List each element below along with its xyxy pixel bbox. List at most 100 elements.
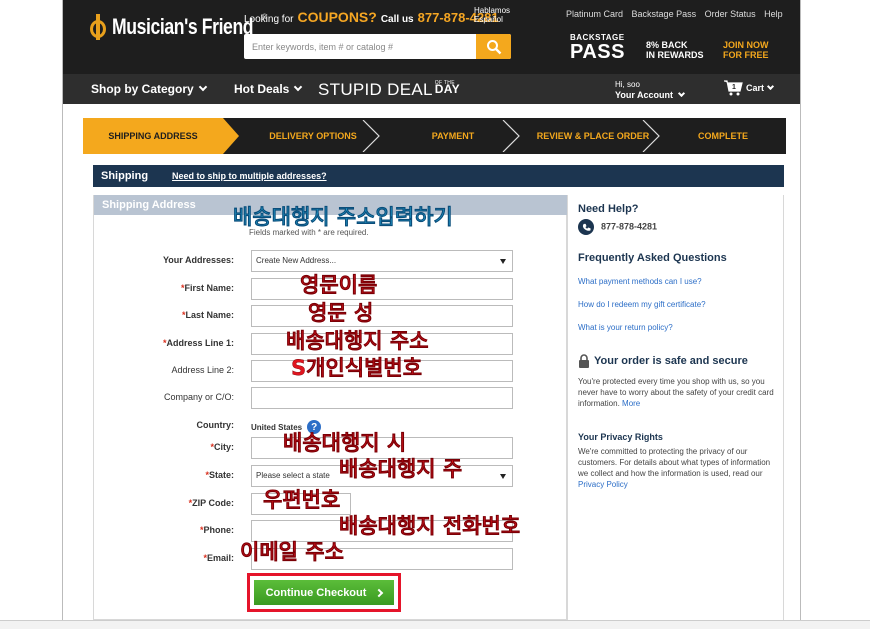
promo-callus: Call us bbox=[380, 14, 414, 25]
your-addresses-label: Your Addresses: bbox=[162, 255, 234, 265]
account-menu[interactable]: Hi, soo Your Account bbox=[615, 80, 686, 101]
chevron-down-icon bbox=[198, 82, 207, 92]
shipping-bar: Shipping Need to ship to multiple addres… bbox=[93, 165, 784, 187]
promo-prefix: Looking for bbox=[244, 14, 294, 25]
privacy-heading: Your Privacy Rights bbox=[578, 432, 663, 442]
phone-label: *Phone: bbox=[199, 525, 234, 535]
your-account-label: Your Account bbox=[615, 90, 673, 100]
step-label: DELIVERY OPTIONS bbox=[269, 131, 357, 141]
coupons-link[interactable]: COUPONS? bbox=[297, 9, 376, 25]
step-separator-icon bbox=[642, 120, 660, 152]
address-line-1-label: *Address Line 1: bbox=[162, 338, 234, 348]
cart-label: Cart bbox=[746, 83, 765, 93]
secure-text: You're protected every time you shop wit… bbox=[578, 376, 778, 409]
hablamos-espanol-link[interactable]: Hablamos Español bbox=[474, 6, 510, 24]
secure-body: You're protected every time you shop wit… bbox=[578, 377, 774, 408]
state-value: Please select a state bbox=[256, 471, 330, 480]
join-line-2: FOR FREE bbox=[723, 50, 769, 60]
continue-highlight-box: Continue Checkout bbox=[247, 573, 401, 612]
faq-link-return-policy[interactable]: What is your return policy? bbox=[578, 323, 673, 332]
checkout-steps: SHIPPING ADDRESS DELIVERY OPTIONS PAYMEN… bbox=[83, 118, 786, 154]
your-addresses-value: Create New Address... bbox=[256, 256, 337, 265]
nav-hot-deals[interactable]: Hot Deals bbox=[234, 82, 303, 96]
secure-more-link[interactable]: More bbox=[622, 399, 640, 408]
cart-icon: 1 bbox=[723, 80, 743, 96]
main-nav: Shop by Category Hot Deals STUPID DEAL OF… bbox=[63, 74, 800, 104]
lock-icon bbox=[579, 354, 589, 368]
top-link-help[interactable]: Help bbox=[764, 9, 783, 19]
multiple-addresses-link[interactable]: Need to ship to multiple addresses? bbox=[172, 171, 327, 181]
privacy-policy-link[interactable]: Privacy Policy bbox=[578, 480, 628, 489]
greeting-text: Hi, soo bbox=[615, 80, 640, 89]
privacy-text: We're committed to protecting the privac… bbox=[578, 446, 778, 490]
privacy-body: We're committed to protecting the privac… bbox=[578, 447, 771, 478]
row-company: Company or C/O: bbox=[94, 387, 568, 409]
top-link-order-status[interactable]: Order Status bbox=[705, 9, 756, 19]
step-arrow bbox=[223, 118, 239, 154]
continue-label: Continue Checkout bbox=[265, 586, 367, 599]
state-label: *State: bbox=[205, 470, 234, 480]
required-note: Fields marked with * are required. bbox=[249, 228, 369, 237]
search-icon bbox=[486, 39, 501, 54]
step-label: COMPLETE bbox=[697, 131, 748, 141]
faq-link-gift-certificate[interactable]: How do I redeem my gift certificate? bbox=[578, 300, 706, 309]
help-phone[interactable]: 877-878-4281 bbox=[578, 219, 657, 235]
rewards-text: 8% BACK IN REWARDS bbox=[646, 40, 704, 60]
annotation-address2: S개인식별번호 bbox=[291, 356, 423, 380]
annotation-title: 배송대행지 주소입력하기 bbox=[233, 205, 453, 229]
pass-text: PASS bbox=[570, 41, 625, 63]
row-your-addresses: Your Addresses: Create New Address... bbox=[94, 250, 568, 272]
company-input[interactable] bbox=[251, 387, 513, 409]
search-input[interactable] bbox=[244, 34, 474, 59]
annotation-email: 이메일 주소 bbox=[240, 540, 344, 564]
annotation-first-name: 영문이름 bbox=[300, 273, 378, 297]
logo-text: Musician's Friend bbox=[112, 14, 254, 39]
top-link-platinum-card[interactable]: Platinum Card bbox=[566, 9, 623, 19]
cart-count: 1 bbox=[732, 84, 736, 91]
need-help-heading: Need Help? bbox=[578, 203, 639, 215]
last-name-input[interactable] bbox=[251, 305, 513, 327]
join-line-1: JOIN NOW bbox=[723, 40, 769, 50]
step-shipping-address: SHIPPING ADDRESS bbox=[83, 118, 223, 154]
chevron-down-icon bbox=[677, 89, 686, 98]
step-label: SHIPPING ADDRESS bbox=[108, 131, 198, 141]
checkout-page: Musician's Friend ® Looking for COUPONS?… bbox=[63, 0, 800, 629]
day-text: DAY bbox=[434, 82, 460, 96]
annotation-state: 배송대행지 주 bbox=[339, 457, 463, 481]
backstage-pass-logo[interactable]: BACKSTAGE PASS bbox=[570, 33, 625, 62]
continue-checkout-button[interactable]: Continue Checkout bbox=[254, 580, 394, 605]
faq-link-payment-methods[interactable]: What payment methods can I use? bbox=[578, 277, 702, 286]
site-header: Musician's Friend ® Looking for COUPONS?… bbox=[63, 0, 800, 74]
nav-stupid-deal[interactable]: STUPID DEAL OF THE DAY bbox=[318, 80, 460, 100]
chevron-right-icon bbox=[375, 588, 384, 597]
zip-label: *ZIP Code: bbox=[188, 498, 234, 508]
nav-hot-deals-label: Hot Deals bbox=[234, 82, 290, 96]
your-addresses-select[interactable]: Create New Address... bbox=[251, 250, 513, 272]
rewards-line-2: IN REWARDS bbox=[646, 50, 704, 60]
secure-title: Your order is safe and secure bbox=[594, 355, 748, 367]
step-label: PAYMENT bbox=[431, 131, 475, 141]
rewards-line-1: 8% BACK bbox=[646, 40, 688, 50]
company-label: Company or C/O: bbox=[163, 392, 234, 402]
dropdown-arrow-icon bbox=[500, 259, 506, 264]
espanol-text: Español bbox=[474, 15, 503, 24]
step-label: REVIEW & PLACE ORDER bbox=[536, 131, 650, 141]
page-frame-right bbox=[800, 0, 801, 629]
nav-shop-by-category[interactable]: Shop by Category bbox=[91, 82, 207, 96]
email-label: *Email: bbox=[203, 553, 234, 563]
shipping-title: Shipping bbox=[101, 170, 149, 182]
guitar-logo-icon bbox=[90, 14, 106, 40]
annotation-city: 배송대행지 시 bbox=[283, 431, 407, 455]
top-link-backstage-pass[interactable]: Backstage Pass bbox=[632, 9, 697, 19]
country-label: Country: bbox=[196, 420, 235, 430]
first-name-input[interactable] bbox=[251, 278, 513, 300]
annotation-phone: 배송대행지 전화번호 bbox=[339, 514, 521, 538]
stupid-deal-text: STUPID DEAL bbox=[318, 80, 433, 99]
search-button[interactable] bbox=[476, 34, 511, 59]
top-links: Platinum Card Backstage Pass Order Statu… bbox=[566, 9, 789, 19]
address-line-2-label: Address Line 2: bbox=[171, 365, 234, 375]
cart-button[interactable]: 1 Cart bbox=[723, 80, 775, 96]
step-separator-icon bbox=[362, 120, 380, 152]
row-state: *State: Please select a state bbox=[94, 465, 568, 487]
join-now-link[interactable]: JOIN NOW FOR FREE bbox=[723, 40, 769, 60]
